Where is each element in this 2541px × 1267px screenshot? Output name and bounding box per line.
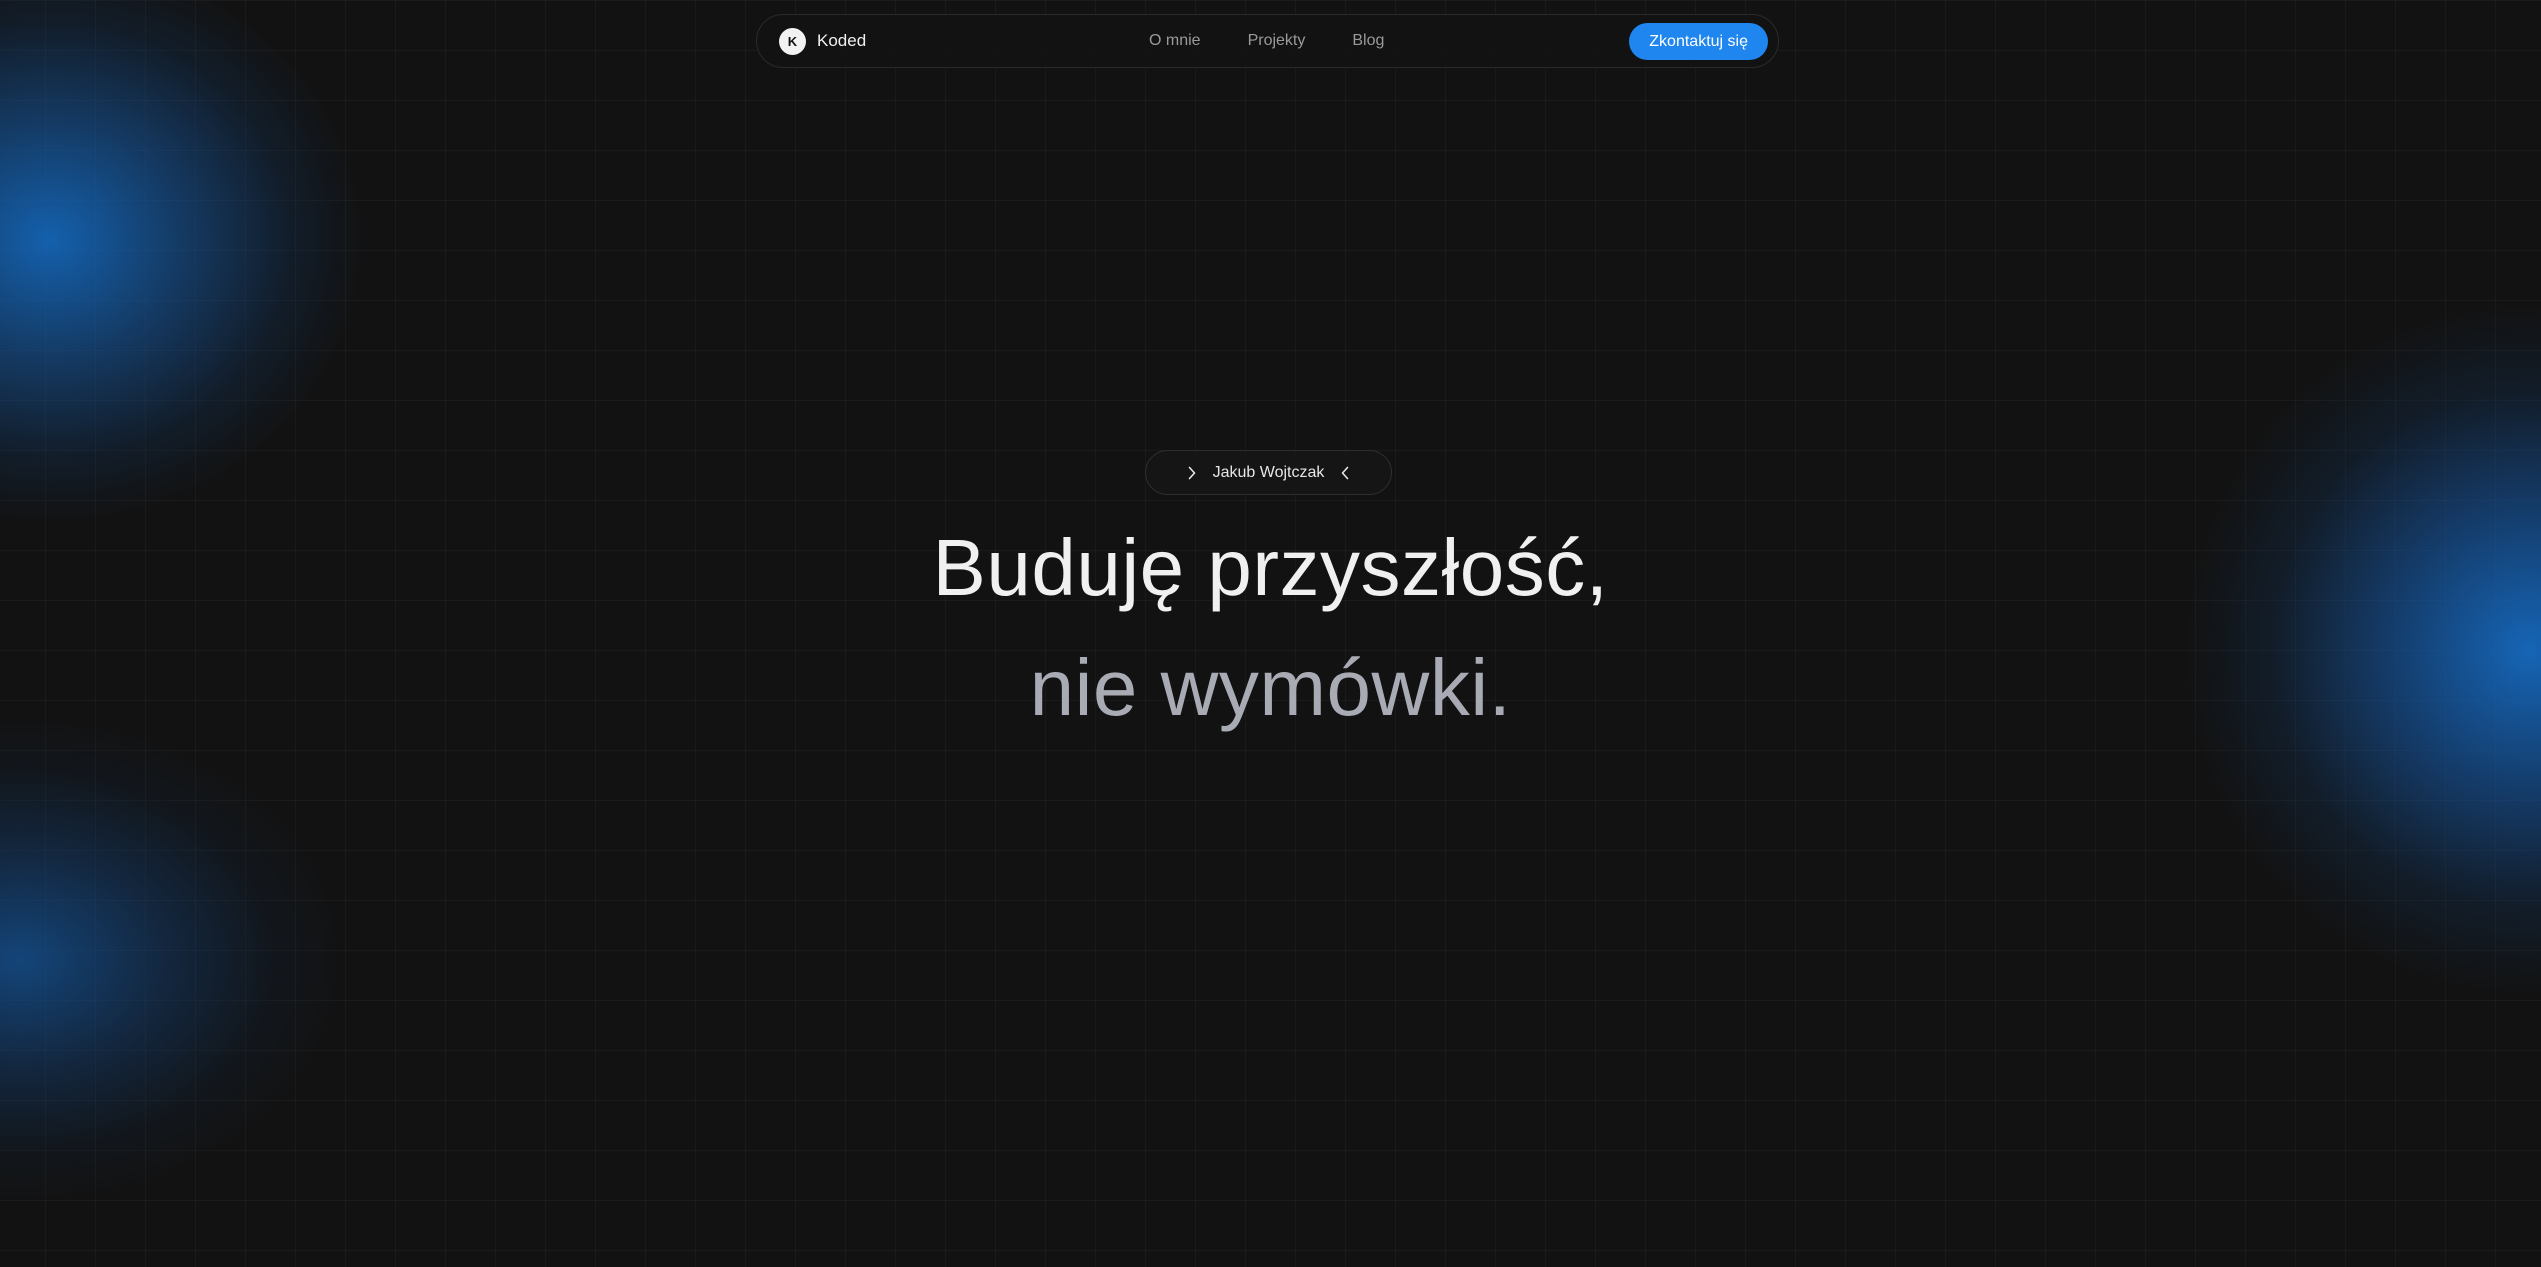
nav-link-blog[interactable]: Blog bbox=[1352, 32, 1384, 50]
blue-glow-bottom-left bbox=[0, 720, 340, 1200]
brand-logo-link[interactable]: K Koded bbox=[779, 27, 867, 55]
nav-links: O mnie Projekty Blog bbox=[1149, 15, 1384, 67]
chevron-right-icon bbox=[1187, 466, 1197, 480]
brand-name: Koded bbox=[817, 31, 867, 50]
hero-headline-line-2: nie wymówki. bbox=[1029, 643, 1512, 732]
page: K Koded O mnie Projekty Blog Zkontaktuj … bbox=[0, 0, 2541, 1267]
hero-headline-line-1: Buduję przyszłość, bbox=[932, 523, 1609, 612]
brand-logo-icon: K bbox=[779, 27, 806, 55]
nav-link-projects[interactable]: Projekty bbox=[1248, 32, 1306, 50]
nav-link-about[interactable]: O mnie bbox=[1149, 32, 1201, 50]
chevron-left-icon bbox=[1340, 466, 1350, 480]
name-badge: Jakub Wojtczak bbox=[1145, 450, 1392, 495]
contact-button[interactable]: Zkontaktuj się bbox=[1629, 23, 1768, 60]
blue-glow-top-left bbox=[0, 0, 360, 520]
name-badge-label: Jakub Wojtczak bbox=[1212, 463, 1325, 481]
navbar: K Koded O mnie Projekty Blog Zkontaktuj … bbox=[756, 14, 1779, 68]
